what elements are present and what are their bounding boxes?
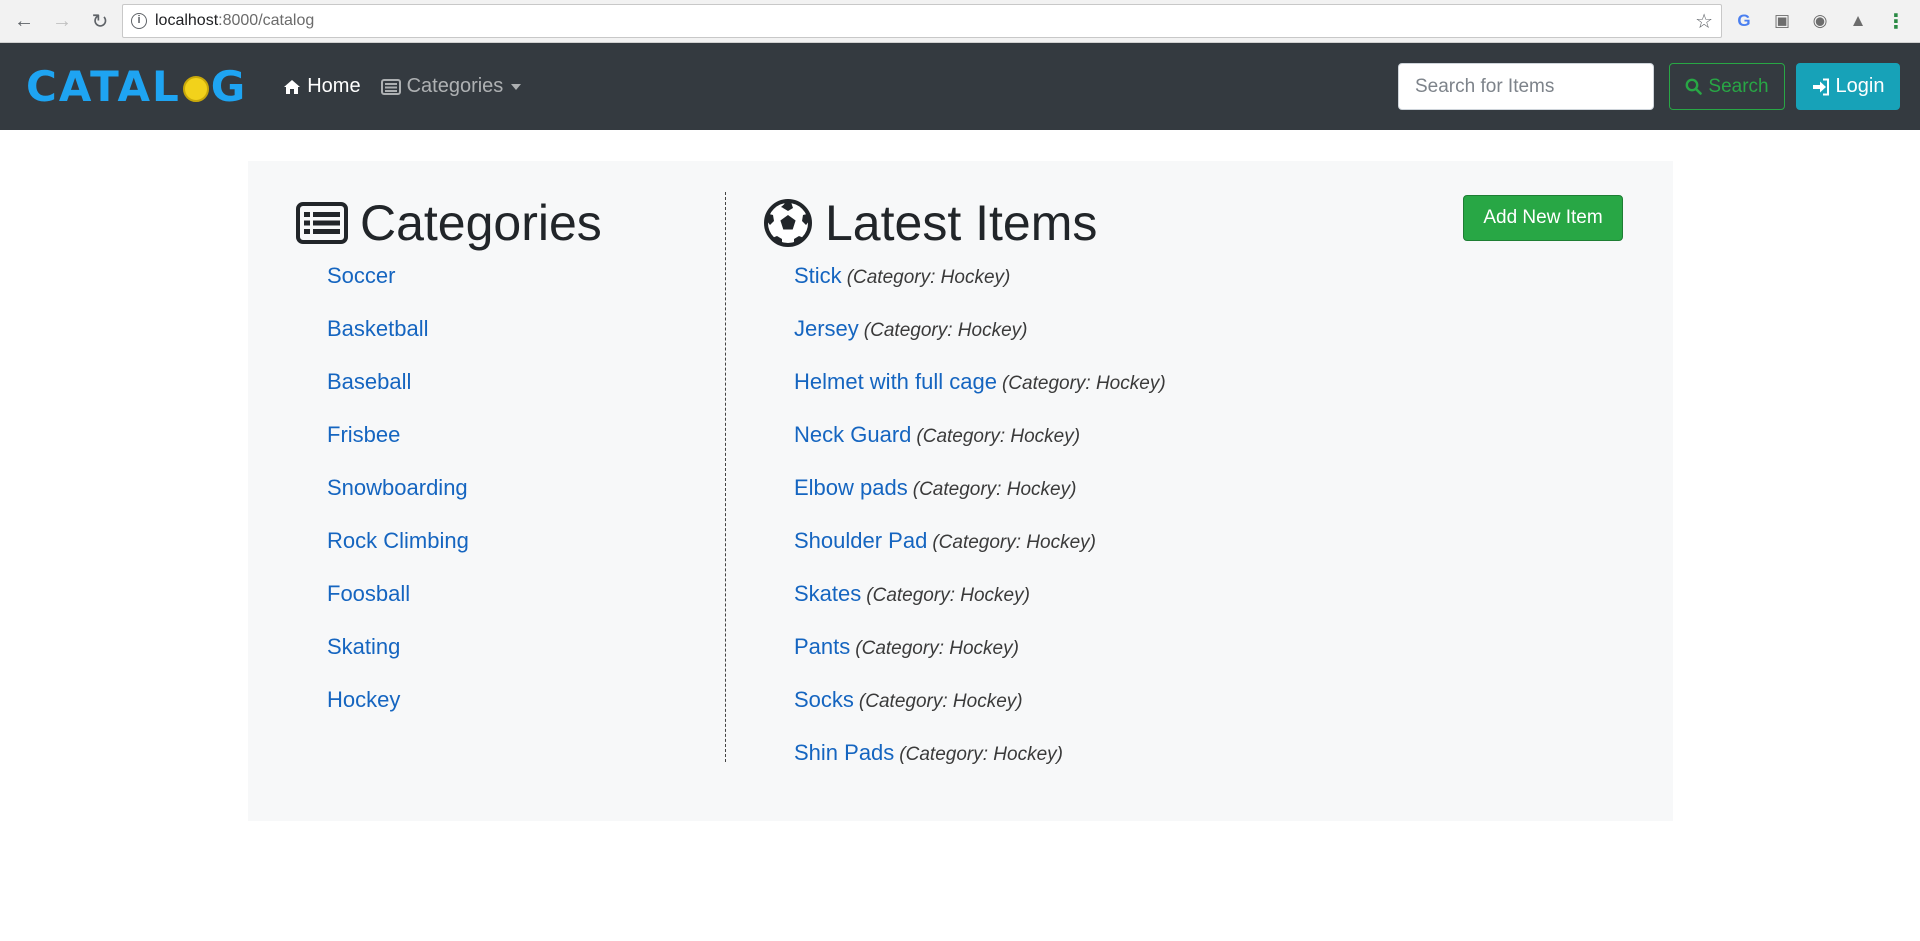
list-alt-icon: [380, 78, 401, 95]
browser-toolbar: ← → ↻ i localhost:8000/catalog ☆ G ▣ ◉ ▲…: [0, 0, 1920, 43]
list-item: Helmet with full cage (Category: Hockey): [794, 361, 1623, 414]
list-item: Elbow pads (Category: Hockey): [794, 467, 1623, 520]
url-host: localhost: [155, 12, 219, 29]
list-item: Stick (Category: Hockey): [794, 255, 1623, 308]
forward-icon[interactable]: →: [46, 5, 78, 37]
category-link-basketball[interactable]: Basketball: [327, 316, 429, 341]
list-item: Jersey (Category: Hockey): [794, 308, 1623, 361]
item-link[interactable]: Elbow pads: [794, 475, 908, 500]
item-category-note: (Category: Hockey): [899, 744, 1063, 765]
list-item: Shoulder Pad (Category: Hockey): [794, 520, 1623, 573]
sign-in-icon: [1812, 78, 1829, 95]
address-bar[interactable]: i localhost:8000/catalog ☆: [122, 4, 1722, 38]
logo-text-right: G: [210, 62, 248, 111]
item-category-note: (Category: Hockey): [858, 691, 1023, 712]
item-link[interactable]: Helmet with full cage: [794, 369, 997, 394]
nav-categories-dropdown[interactable]: Categories: [380, 75, 522, 98]
latest-items-heading-text: Latest Items: [825, 195, 1098, 251]
list-alt-icon: [296, 202, 348, 244]
item-link[interactable]: Neck Guard: [794, 422, 911, 447]
item-category-note: (Category: Hockey): [855, 638, 1019, 659]
latest-items-column: Latest Items Add New Item Stick (Category…: [763, 193, 1623, 785]
nav-categories-label: Categories: [406, 75, 504, 97]
list-item: Soccer: [327, 255, 676, 308]
search-icon: [1685, 78, 1703, 95]
logo-text-left: CATAL: [26, 62, 181, 111]
catalog-logo[interactable]: CATAL G: [26, 62, 247, 111]
home-icon: [284, 79, 301, 94]
chevron-down-icon: [511, 83, 522, 90]
login-button-label: Login: [1835, 75, 1885, 97]
list-item: Frisbee: [327, 414, 676, 467]
search-button[interactable]: Search: [1669, 63, 1785, 110]
item-category-note: (Category: Hockey): [916, 426, 1081, 447]
url-path: :8000/catalog: [218, 12, 315, 29]
info-icon[interactable]: i: [131, 13, 147, 29]
item-category-note: (Category: Hockey): [912, 479, 1077, 500]
list-item: Skates (Category: Hockey): [794, 573, 1623, 626]
list-item: Hockey: [327, 679, 676, 732]
item-link[interactable]: Stick: [794, 263, 842, 288]
item-category-note: (Category: Hockey): [863, 320, 1028, 341]
column-divider: [725, 192, 726, 762]
list-item: Shin Pads (Category: Hockey): [794, 732, 1623, 785]
latest-item-list: Stick (Category: Hockey) Jersey (Category:…: [794, 255, 1623, 785]
catalog-panel: Categories Soccer Basketball Baseball Fr…: [248, 161, 1673, 821]
categories-heading-text: Categories: [360, 195, 602, 251]
tennis-ball-icon: [182, 75, 209, 102]
back-icon[interactable]: ←: [8, 5, 40, 37]
category-link-rock-climbing[interactable]: Rock Climbing: [327, 528, 469, 553]
item-link[interactable]: Jersey: [794, 316, 859, 341]
translate-extension-icon[interactable]: G: [1728, 5, 1760, 37]
search-input[interactable]: [1398, 63, 1654, 110]
categories-column: Categories Soccer Basketball Baseball Fr…: [296, 193, 676, 732]
url-text: localhost:8000/catalog: [155, 12, 314, 30]
reload-icon[interactable]: ↻: [84, 5, 116, 37]
category-link-frisbee[interactable]: Frisbee: [327, 422, 400, 447]
item-link[interactable]: Socks: [794, 687, 854, 712]
item-category-note: (Category: Hockey): [1001, 373, 1166, 394]
bookmark-star-icon[interactable]: ☆: [1695, 9, 1713, 34]
category-link-snowboarding[interactable]: Snowboarding: [327, 475, 468, 500]
list-item: Socks (Category: Hockey): [794, 679, 1623, 732]
list-item: Foosball: [327, 573, 676, 626]
item-category-note: (Category: Hockey): [932, 532, 1096, 553]
nav-home-label: Home: [307, 75, 361, 97]
list-item: Baseball: [327, 361, 676, 414]
search-button-label: Search: [1708, 75, 1769, 97]
login-button[interactable]: Login: [1796, 63, 1900, 110]
camera-extension-icon[interactable]: ◉: [1804, 5, 1836, 37]
item-link[interactable]: Skates: [794, 581, 861, 606]
nav-home-link[interactable]: Home: [283, 75, 361, 98]
categories-heading: Categories: [296, 193, 676, 253]
list-item: Skating: [327, 626, 676, 679]
category-link-baseball[interactable]: Baseball: [327, 369, 411, 394]
puzzle-extension-icon[interactable]: ▲: [1842, 5, 1874, 37]
browser-menu-icon[interactable]: ⋮: [1880, 5, 1912, 37]
list-item: Basketball: [327, 308, 676, 361]
item-category-note: (Category: Hockey): [846, 267, 1011, 288]
list-item: Pants (Category: Hockey): [794, 626, 1623, 679]
category-link-foosball[interactable]: Foosball: [327, 581, 410, 606]
item-link[interactable]: Shin Pads: [794, 740, 894, 765]
lightbulb-extension-icon[interactable]: ▣: [1766, 5, 1798, 37]
soccer-ball-icon: [763, 198, 813, 248]
list-item: Snowboarding: [327, 467, 676, 520]
category-link-soccer[interactable]: Soccer: [327, 263, 395, 288]
item-category-note: (Category: Hockey): [866, 585, 1030, 606]
list-item: Rock Climbing: [327, 520, 676, 573]
category-link-skating[interactable]: Skating: [327, 634, 400, 659]
item-link[interactable]: Pants: [794, 634, 850, 659]
app-navbar: CATAL G Home Categories Search Login: [0, 43, 1920, 130]
list-item: Neck Guard (Category: Hockey): [794, 414, 1623, 467]
category-link-hockey[interactable]: Hockey: [327, 687, 400, 712]
add-new-item-button[interactable]: Add New Item: [1463, 195, 1623, 241]
category-list: Soccer Basketball Baseball Frisbee Snowb…: [327, 255, 676, 732]
item-link[interactable]: Shoulder Pad: [794, 528, 927, 553]
